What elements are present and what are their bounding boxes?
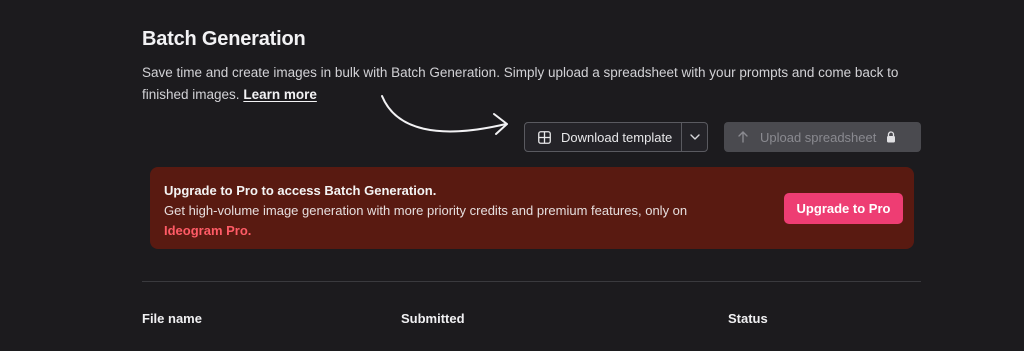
lock-icon xyxy=(886,131,896,143)
download-template-group: Download template xyxy=(524,122,708,152)
column-header-submitted[interactable]: Submitted xyxy=(401,311,465,326)
download-options-dropdown[interactable] xyxy=(681,123,707,151)
ideogram-pro-link[interactable]: Ideogram Pro. xyxy=(164,223,251,238)
divider xyxy=(142,281,921,282)
upload-spreadsheet-label: Upload spreadsheet xyxy=(760,129,877,145)
grid-icon xyxy=(538,130,551,144)
chevron-down-icon xyxy=(689,134,700,140)
batch-generation-page: Batch Generation Save time and create im… xyxy=(0,0,1024,351)
banner-body: Get high-volume image generation with mo… xyxy=(164,203,688,218)
column-header-status[interactable]: Status xyxy=(728,311,768,326)
arrow-up-icon xyxy=(738,131,748,143)
curved-arrow-icon xyxy=(381,95,508,135)
upgrade-banner: Upgrade to Pro to access Batch Generatio… xyxy=(150,167,914,249)
upgrade-to-pro-button[interactable]: Upgrade to Pro xyxy=(784,193,903,224)
banner-text: Get high-volume image generation with mo… xyxy=(164,201,744,241)
upload-spreadsheet-button[interactable]: Upload spreadsheet xyxy=(724,122,921,152)
download-template-label: Download template xyxy=(561,129,673,145)
download-template-button[interactable]: Download template xyxy=(525,123,681,151)
learn-more-link[interactable]: Learn more xyxy=(243,87,317,102)
column-header-file-name[interactable]: File name xyxy=(142,311,202,326)
page-description: Save time and create images in bulk with… xyxy=(142,62,932,106)
page-title: Batch Generation xyxy=(142,28,306,50)
